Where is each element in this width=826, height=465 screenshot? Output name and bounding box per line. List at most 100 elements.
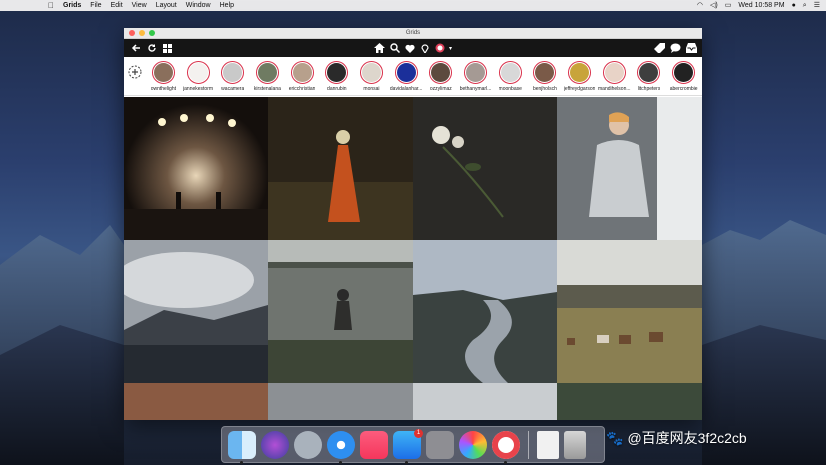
avatar — [604, 63, 624, 82]
app-menu[interactable]: Grids — [63, 0, 81, 11]
story-ring — [637, 61, 661, 84]
app-toolbar: ▾ — [124, 39, 702, 57]
paw-icon: 🐾 — [606, 429, 624, 446]
chevron-down-icon[interactable]: ▾ — [449, 45, 452, 52]
avatar — [327, 63, 347, 82]
avatar — [361, 63, 381, 82]
story-username: davidalanhar... — [389, 86, 423, 92]
story-item[interactable]: litchpeters — [632, 57, 667, 92]
heart-icon[interactable] — [404, 43, 415, 54]
story-list: ownthelight jannekestorm wacamera kirstenal… — [146, 57, 701, 92]
grids-window: Grids ▾ ownthelight jannekestorm wacamer… — [124, 28, 702, 420]
photo-river-valley[interactable] — [413, 240, 557, 383]
avatar — [188, 63, 208, 82]
trash-icon[interactable] — [564, 430, 586, 459]
grids-app-icon[interactable] — [492, 430, 520, 464]
story-ring — [151, 61, 175, 84]
photo-forest[interactable] — [557, 383, 702, 420]
story-ring — [394, 61, 418, 84]
apple-menu-icon[interactable]:  — [48, 0, 54, 11]
story-ring — [325, 61, 349, 84]
story-item[interactable]: wacamera — [215, 57, 250, 92]
story-item[interactable]: monsai — [354, 57, 389, 92]
itunes-music-icon[interactable] — [360, 430, 388, 459]
photo-orange-dress[interactable] — [268, 97, 413, 240]
photo-grey-sky[interactable] — [268, 383, 413, 420]
siri-icon[interactable] — [261, 430, 289, 459]
search-icon[interactable] — [389, 43, 400, 54]
volume-icon[interactable]: ◁) — [710, 0, 718, 11]
inbox-icon[interactable] — [686, 43, 697, 54]
add-story-button[interactable] — [124, 57, 146, 79]
avatar — [466, 63, 486, 82]
photo-deer-field[interactable] — [557, 240, 702, 383]
avatar — [431, 63, 451, 82]
story-item[interactable]: ozzylimaz — [424, 57, 459, 92]
photo-wood-wall[interactable] — [124, 383, 268, 420]
story-ring — [359, 61, 383, 84]
spotlight-icon[interactable]: ⌕ — [803, 0, 807, 11]
app-store-icon[interactable]: 1 — [393, 428, 423, 464]
dock: 1 — [221, 426, 605, 464]
clock[interactable]: Wed 10:58 PM — [738, 0, 784, 11]
profile-avatar-icon[interactable] — [434, 43, 445, 54]
menu-view[interactable]: View — [132, 0, 147, 11]
location-pin-icon[interactable] — [419, 43, 430, 54]
app-store-badge: 1 — [414, 428, 423, 438]
story-ring — [464, 61, 488, 84]
menu-layout[interactable]: Layout — [156, 0, 177, 11]
story-username: abercrombie — [669, 86, 698, 92]
menu-file[interactable]: File — [90, 0, 101, 11]
story-item[interactable]: kirstenalana — [250, 57, 285, 92]
photo-cloudy-mountains[interactable] — [124, 240, 268, 383]
photo-window-portrait[interactable] — [557, 97, 702, 240]
photo-grid — [124, 97, 702, 420]
system-preferences-gear-icon[interactable] — [426, 430, 454, 459]
menu-edit[interactable]: Edit — [111, 0, 123, 11]
photo-flower[interactable] — [413, 97, 557, 240]
story-item[interactable]: abercrombie — [666, 57, 701, 92]
menu-bar:  Grids File Edit View Layout Window Hel… — [0, 0, 826, 11]
story-item[interactable]: davidalanhar... — [389, 57, 424, 92]
comment-icon[interactable] — [670, 43, 681, 54]
story-item[interactable]: jannekestorm — [181, 57, 216, 92]
refresh-icon[interactable] — [146, 43, 157, 54]
avatar — [153, 63, 173, 82]
story-item[interactable]: mandihelson... — [597, 57, 632, 92]
menu-help[interactable]: Help — [220, 0, 234, 11]
notification-center-icon[interactable]: ☰ — [814, 0, 820, 11]
photo-lake-swimmer[interactable] — [268, 240, 413, 383]
avatar — [500, 63, 520, 82]
story-username: bethanymarl... — [459, 86, 492, 92]
watermark: 🐾 @百度网友3f2c2cb — [606, 428, 747, 448]
finder-icon[interactable] — [228, 430, 256, 464]
window-title: Grids — [405, 30, 421, 36]
photo-pale-sky[interactable] — [413, 383, 557, 420]
safari-compass-icon[interactable] — [327, 430, 355, 464]
tag-icon[interactable] — [654, 43, 665, 54]
wifi-icon[interactable]: ◠ — [697, 0, 703, 11]
story-username: jannekestorm — [183, 86, 214, 92]
user-icon[interactable]: ● — [792, 0, 796, 11]
story-item[interactable]: moonbase — [493, 57, 528, 92]
story-ring — [429, 61, 453, 84]
story-item[interactable]: danrubin — [319, 57, 354, 92]
story-item[interactable]: ericchristian — [285, 57, 320, 92]
photo-concert[interactable] — [124, 97, 268, 240]
story-ring — [533, 61, 557, 84]
battery-icon[interactable]: ▭ — [725, 0, 732, 11]
back-arrow-icon[interactable] — [130, 43, 141, 54]
avatar — [639, 63, 659, 82]
launchpad-rocket-icon[interactable] — [294, 430, 322, 459]
story-item[interactable]: jeffreydgarson — [562, 57, 597, 92]
grid-layout-icon[interactable] — [162, 43, 173, 54]
home-icon[interactable] — [374, 43, 385, 54]
story-item[interactable]: benjholsch — [528, 57, 563, 92]
menu-window[interactable]: Window — [186, 0, 211, 11]
document-stack-icon[interactable] — [537, 430, 559, 459]
story-username: mandihelson... — [598, 86, 631, 92]
story-item[interactable]: bethanymarl... — [458, 57, 493, 92]
photos-icon[interactable] — [459, 430, 487, 459]
story-username: benjholsch — [532, 86, 557, 92]
story-item[interactable]: ownthelight — [146, 57, 181, 92]
